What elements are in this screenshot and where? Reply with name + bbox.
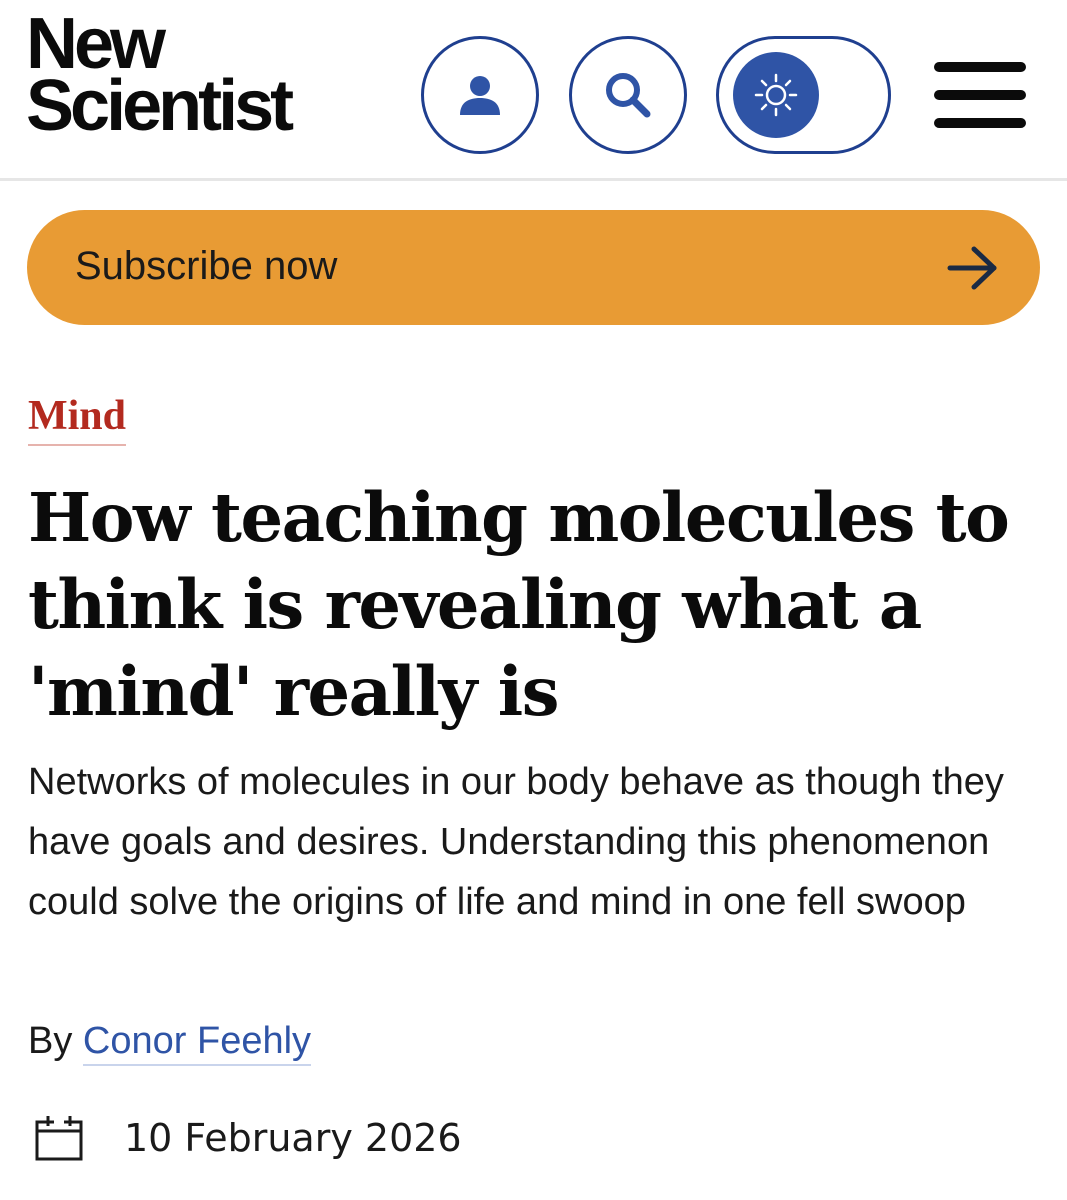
publish-date: 10 February 2026 <box>124 1116 462 1160</box>
theme-toggle-knob <box>733 52 819 138</box>
subscribe-button[interactable]: Subscribe now <box>27 210 1040 325</box>
search-icon <box>606 73 651 118</box>
article-headline: How teaching molecules to think is revea… <box>28 478 1010 731</box>
search-button[interactable] <box>569 36 687 154</box>
author-link[interactable]: Conor Feehly <box>82 1020 312 1066</box>
site-header: New Scientist <box>0 0 1067 181</box>
article-standfirst: Networks of molecules in our body behave… <box>28 761 1004 923</box>
theme-toggle[interactable] <box>716 36 891 154</box>
site-logo[interactable]: New Scientist <box>26 8 294 146</box>
publish-date-row: 10 February 2026 <box>34 1112 462 1164</box>
sun-icon <box>754 73 798 117</box>
account-button[interactable] <box>421 36 539 154</box>
subscribe-label: Subscribe now <box>75 244 338 288</box>
section-tag-link[interactable]: Mind <box>28 392 127 446</box>
user-icon <box>460 76 500 115</box>
calendar-icon <box>35 1116 83 1161</box>
byline-prefix: By <box>28 1020 73 1062</box>
menu-button[interactable] <box>934 62 1026 128</box>
logo-line-2: Scientist <box>26 65 294 146</box>
arrow-right-icon <box>947 246 997 290</box>
byline: By Conor Feehly <box>28 1020 312 1066</box>
